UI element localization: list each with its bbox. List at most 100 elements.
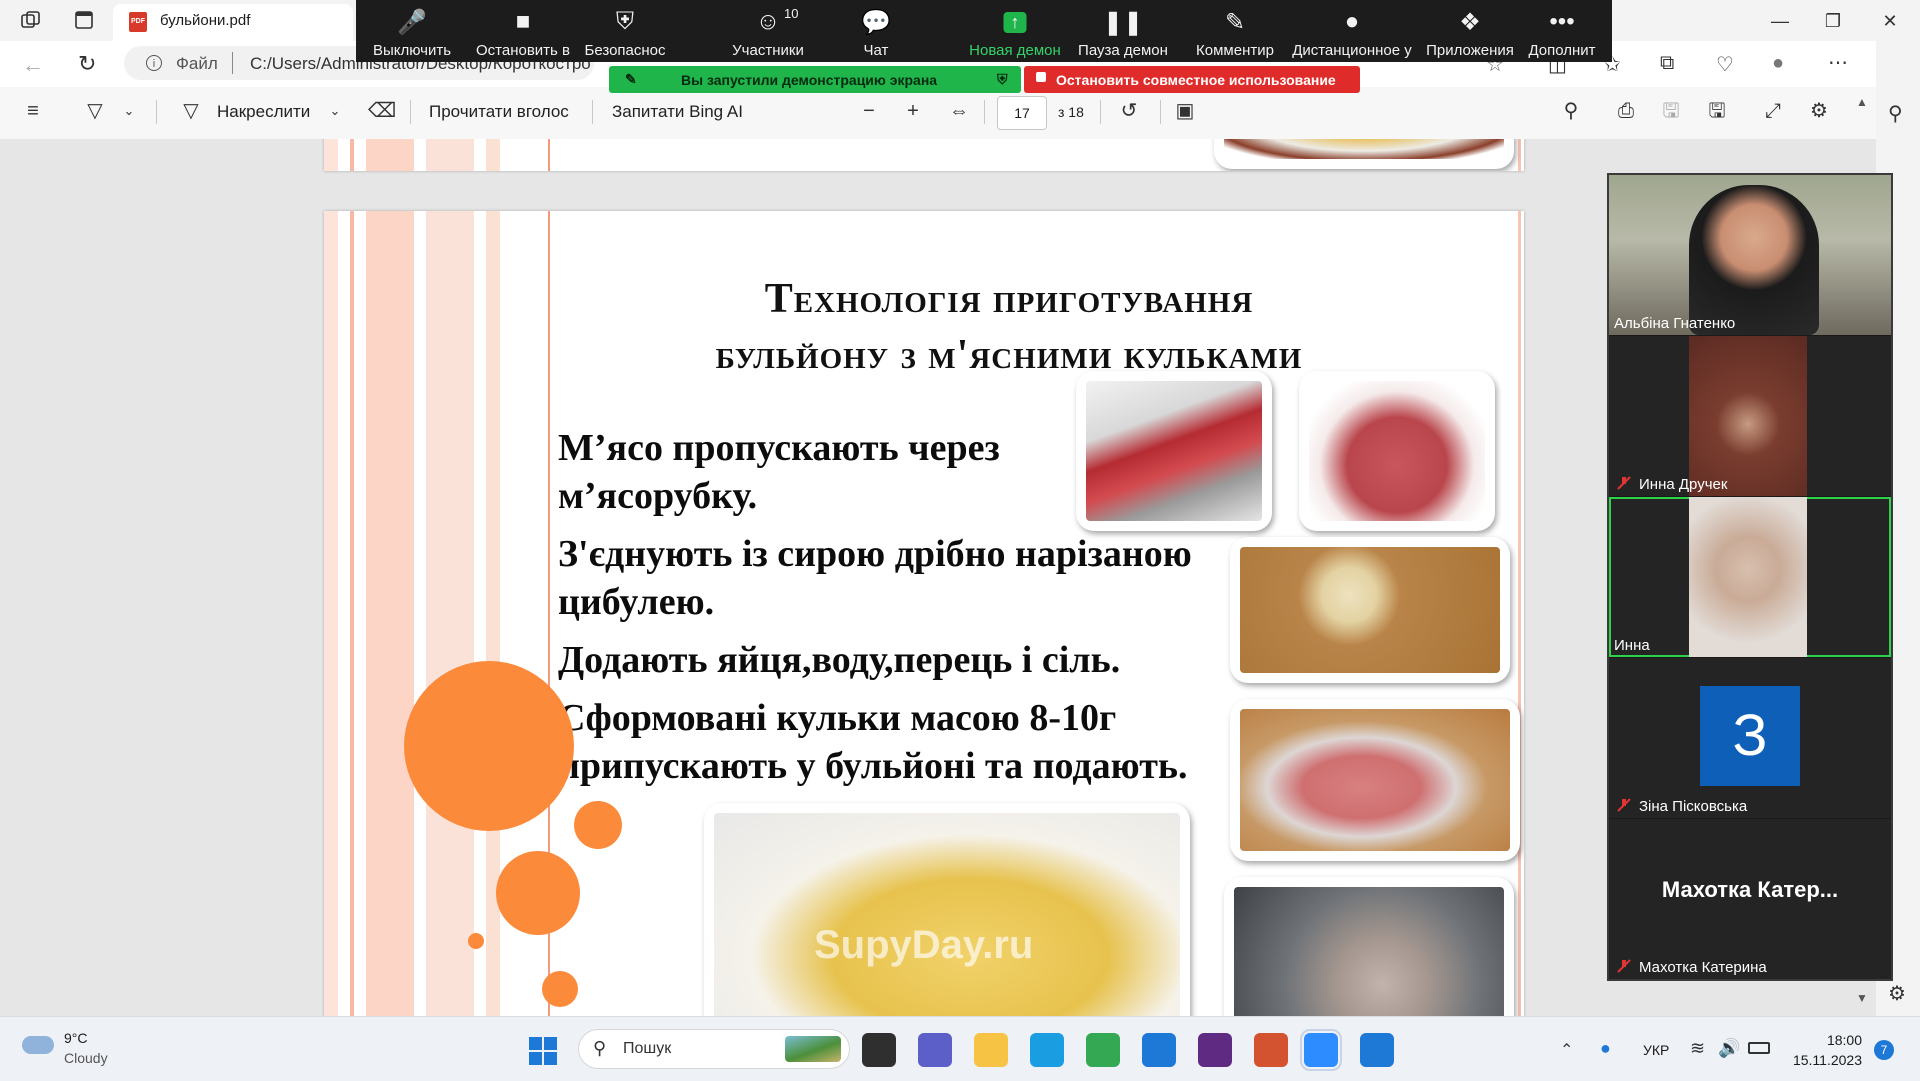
zoom-participant-gallery: Альбіна Гнатенко Инна Дручек Инна З Зіна… [1607, 173, 1893, 981]
chrome-icon[interactable] [1086, 1033, 1120, 1067]
zoom-microphone-button[interactable]: 🎤 Выключить [372, 0, 452, 62]
wifi-icon[interactable]: ≋ [1690, 1038, 1705, 1059]
edge-icon[interactable] [1030, 1033, 1064, 1067]
store-icon[interactable] [1142, 1033, 1176, 1067]
step-3: Додають яйця,воду,перець і сіль. [558, 639, 1121, 681]
contents-list-icon[interactable]: ≡ [20, 98, 46, 124]
participant-video [1689, 497, 1807, 657]
step-2-line-2: цибулею. [558, 581, 715, 623]
zoom-mouse-button[interactable]: ● Дистанционное у [1282, 0, 1422, 62]
battery-icon[interactable] [1748, 1042, 1770, 1054]
notification-badge[interactable]: 7 [1874, 1040, 1894, 1060]
scroll-down-arrow-icon[interactable]: ▼ [1856, 991, 1868, 1005]
toolbar-separator [1100, 100, 1101, 124]
page-number-input[interactable]: 17 [997, 96, 1047, 130]
collections-icon[interactable]: ⧉ [1660, 52, 1674, 75]
highlight-icon[interactable]: ▽ [82, 98, 108, 124]
clock-date[interactable]: 15.11.2023 [1778, 1052, 1862, 1068]
sidebar-settings-icon[interactable]: ⚙ [1888, 981, 1906, 1006]
draw-pen-icon[interactable]: ▽ [178, 98, 204, 124]
zoom-button-label: Дистанционное у [1292, 42, 1412, 59]
info-icon[interactable]: i [146, 55, 162, 71]
refresh-icon[interactable]: ↻ [78, 51, 102, 76]
slide-stripes [324, 139, 554, 171]
participant-tile-active-speaker[interactable]: Инна [1609, 497, 1891, 657]
ask-bing-button[interactable]: Запитати Bing AI [612, 102, 743, 122]
zoom-video-camera-button[interactable]: ■ Остановить в [468, 0, 578, 62]
back-arrow-icon[interactable]: ← [22, 52, 46, 77]
eraser-icon[interactable]: ⌫ [368, 98, 396, 124]
workspaces-icon[interactable] [20, 10, 42, 30]
stop-sharing-button[interactable]: Остановить совместное использование [1024, 66, 1360, 93]
read-aloud-button[interactable]: Прочитати вголос [429, 102, 569, 122]
profile-icon[interactable]: ● [1772, 52, 1784, 75]
participant-name: Инна Дручек [1639, 476, 1728, 493]
address-separator [232, 52, 233, 74]
gear-icon[interactable]: ⚙ [1806, 98, 1832, 124]
tray-chevron-up-icon[interactable]: ⌃ [1560, 1040, 1573, 1060]
microphone-icon: 🎤 [397, 9, 427, 36]
input-language[interactable]: УКР [1643, 1042, 1669, 1058]
browser-tab[interactable]: PDF бульйони.pdf [113, 4, 353, 41]
pin-icon[interactable]: ✎ [625, 71, 637, 88]
share-screen-icon: ↑ [1003, 12, 1027, 33]
pdf-file-icon: PDF [129, 12, 147, 32]
zoom-pause-button[interactable]: ❚❚ Пауза демон [1068, 0, 1178, 62]
weather-temperature: 9°C [64, 1030, 88, 1046]
chevron-down-icon[interactable]: ⌄ [322, 98, 348, 124]
zoom-share-screen-button[interactable]: ↑ Новая демон [960, 0, 1070, 62]
winrar-icon[interactable] [1198, 1033, 1232, 1067]
volume-icon[interactable]: 🔊 [1718, 1038, 1740, 1059]
task-view-icon[interactable] [862, 1033, 896, 1067]
teams-chat-icon[interactable] [918, 1033, 952, 1067]
file-explorer-icon[interactable] [974, 1033, 1008, 1067]
zoom-chat-button[interactable]: 💬 Чат [846, 0, 906, 62]
fullscreen-icon[interactable]: ⤢ [1760, 98, 1786, 124]
rotate-icon[interactable]: ↺ [1116, 98, 1142, 124]
zoom-apps-button[interactable]: ❖ Приложения [1420, 0, 1520, 62]
print-icon[interactable]: ⎙ [1613, 98, 1639, 124]
fit-width-icon[interactable]: ⇔ [946, 98, 972, 124]
taskbar-search-box[interactable]: ⚲ Пошук [578, 1029, 850, 1069]
meat-grinder-photo [1076, 371, 1272, 531]
zoom-button-label: Новая демон [969, 42, 1061, 59]
toolbar-separator [592, 100, 593, 124]
zoom-shield-button[interactable]: ⛨ Безопаснос [580, 0, 670, 62]
save-as-icon[interactable]: 🖫 [1704, 98, 1730, 124]
tab-title: бульйони.pdf [160, 12, 251, 29]
scroll-up-arrow-icon[interactable]: ▲ [1856, 95, 1868, 109]
chevron-down-icon[interactable]: ⌄ [116, 98, 142, 124]
save-icon[interactable]: 🖫 [1658, 98, 1684, 124]
decorative-circle [574, 801, 622, 849]
zoom-more-button[interactable]: ••• Дополнит [1522, 0, 1602, 62]
browser-essentials-icon[interactable]: ♡ [1716, 52, 1734, 77]
minimize-button[interactable]: — [1760, 6, 1800, 36]
clock-time[interactable]: 18:00 [1798, 1032, 1862, 1048]
zoom-pencil-button[interactable]: ✎ Комментир [1190, 0, 1280, 62]
page-view-icon[interactable]: ▣ [1172, 98, 1198, 124]
zoom-out-icon[interactable]: − [856, 98, 882, 124]
zoom-participants-button[interactable]: ☺ 10 Участники [718, 0, 818, 62]
zoom-in-icon[interactable]: + [900, 98, 926, 124]
taskbar-search-placeholder: Пошук [623, 1040, 672, 1057]
participant-tile[interactable]: Инна Дручек [1609, 336, 1891, 496]
weather-widget[interactable]: 9°C Cloudy [22, 1030, 142, 1070]
powerpoint-icon[interactable] [1254, 1033, 1288, 1067]
tab-actions-icon[interactable] [74, 10, 94, 30]
restore-button[interactable]: ❐ [1813, 6, 1853, 36]
zoom-app-icon[interactable] [1300, 1029, 1342, 1071]
notepad-icon[interactable] [1360, 1033, 1394, 1067]
close-window-button[interactable]: ✕ [1870, 6, 1910, 36]
shield-icon: ⛨ [616, 8, 634, 35]
settings-more-icon[interactable]: ⋯ [1828, 50, 1848, 75]
search-icon[interactable]: ⚲ [1558, 98, 1584, 124]
participant-tile[interactable]: Альбіна Гнатенко [1609, 175, 1891, 335]
sidebar-search-icon[interactable]: ⚲ [1888, 101, 1903, 126]
draw-button[interactable]: Накреслити [217, 102, 310, 122]
participant-name: Махотка Катерина [1639, 959, 1767, 976]
start-windows-icon[interactable] [528, 1036, 558, 1066]
tray-microphone-icon[interactable]: ● [1600, 1038, 1611, 1059]
participant-name: Инна [1614, 637, 1650, 654]
participant-tile[interactable]: З Зіна Пісковська [1609, 658, 1891, 818]
participant-tile[interactable]: Махотка Катер... Махотка Катерина [1609, 819, 1891, 979]
